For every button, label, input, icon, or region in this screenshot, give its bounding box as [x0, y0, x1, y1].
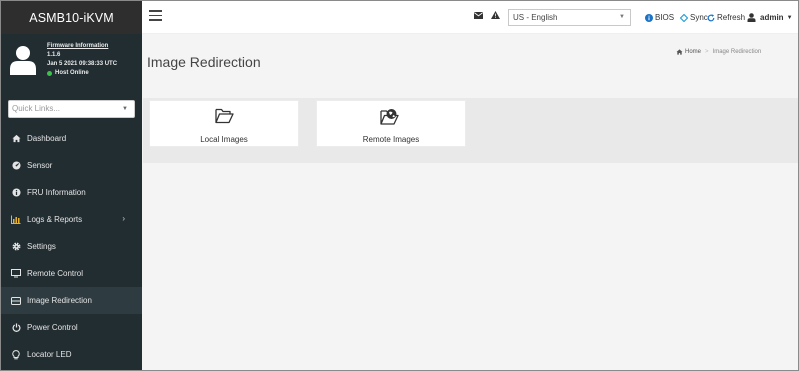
- sidebar-item-label: Sensor: [27, 161, 53, 170]
- sidebar-item-label: Locator LED: [27, 350, 72, 359]
- sidebar-item-label: Settings: [27, 242, 56, 251]
- user-menu[interactable]: admin ▼: [747, 13, 793, 22]
- breadcrumb-current: Image Redirection: [712, 49, 762, 55]
- quick-links-placeholder: Quick Links...: [12, 104, 61, 113]
- bios-button[interactable]: BIOS: [645, 13, 674, 22]
- sidebar-item-fru-information[interactable]: FRU Information: [1, 179, 142, 206]
- remote-images-card[interactable]: Remote Images: [316, 100, 466, 147]
- sidebar-item-locator-led[interactable]: Locator LED: [1, 341, 142, 368]
- warning-icon[interactable]: [491, 11, 500, 19]
- chevron-right-icon: ›: [122, 214, 125, 223]
- user-label: admin: [760, 13, 784, 22]
- user-avatar-icon: [10, 46, 36, 75]
- status-dot-icon: [47, 71, 52, 76]
- main-content: Image Redirection Home > Image Redirecti…: [142, 34, 798, 370]
- host-status-label: Host Online: [55, 70, 89, 76]
- sync-label: Sync: [690, 13, 708, 22]
- sync-button[interactable]: Sync: [680, 13, 708, 22]
- dashboard-icon: [11, 134, 21, 144]
- language-value: US - English: [513, 13, 558, 22]
- caret-down-icon: ▼: [786, 14, 793, 21]
- sidebar-item-label: Remote Control: [27, 269, 84, 278]
- sidebar-item-label: Power Control: [27, 323, 78, 332]
- envelope-icon[interactable]: [474, 12, 483, 19]
- sidebar-item-logs-reports[interactable]: Logs & Reports ›: [1, 206, 142, 233]
- sidebar-item-dashboard[interactable]: Dashboard: [1, 125, 142, 152]
- local-images-label: Local Images: [200, 135, 248, 144]
- bios-label: BIOS: [655, 13, 675, 22]
- top-navbar: US - English ▼ BIOS Sync Refresh admin ▼: [142, 1, 798, 34]
- breadcrumb-home-link[interactable]: Home: [685, 49, 701, 55]
- sync-icon: [680, 13, 688, 22]
- chevron-down-icon: ▼: [619, 14, 625, 20]
- refresh-label: Refresh: [717, 13, 746, 22]
- quick-links-select[interactable]: Quick Links... ▼: [8, 100, 135, 118]
- sidebar-item-label: FRU Information: [27, 188, 86, 197]
- image-options-panel: Local Images Remote Images: [143, 98, 798, 163]
- power-icon: [11, 323, 21, 333]
- drive-icon: [11, 296, 21, 306]
- language-select[interactable]: US - English ▼: [508, 9, 631, 26]
- home-icon: [676, 49, 683, 55]
- sensor-icon: [11, 161, 21, 171]
- remote-folder-icon: [317, 108, 465, 126]
- sidebar-item-settings[interactable]: Settings: [1, 233, 142, 260]
- firmware-date: Jan 5 2021 09:38:33 UTC: [47, 61, 118, 67]
- remote-images-label: Remote Images: [362, 135, 420, 144]
- sidebar-item-power-control[interactable]: Power Control: [1, 314, 142, 341]
- sidebar-item-label: Image Redirection: [27, 296, 92, 305]
- lightbulb-icon: [11, 349, 21, 360]
- sidebar-menu: Dashboard Sensor FRU Information Logs & …: [1, 125, 142, 368]
- sidebar-item-remote-control[interactable]: Remote Control: [1, 260, 142, 287]
- sidebar-item-label: Dashboard: [27, 134, 67, 143]
- user-icon: [747, 13, 756, 22]
- local-images-card[interactable]: Local Images: [149, 100, 299, 147]
- sidebar-item-image-redirection[interactable]: Image Redirection: [1, 287, 142, 314]
- hamburger-menu-icon[interactable]: [149, 10, 162, 21]
- monitor-icon: [11, 269, 21, 279]
- firmware-version: 1.1.6: [47, 52, 61, 58]
- breadcrumb-separator: >: [705, 49, 709, 55]
- chart-icon: [11, 215, 21, 225]
- folder-open-icon: [150, 108, 298, 124]
- host-status: Host Online: [47, 69, 142, 78]
- info-icon: [11, 188, 21, 198]
- refresh-icon: [707, 13, 715, 22]
- sidebar-item-label: Logs & Reports: [27, 215, 83, 224]
- refresh-button[interactable]: Refresh: [707, 13, 745, 22]
- sidebar-item-sensor[interactable]: Sensor: [1, 152, 142, 179]
- chevron-down-icon: ▼: [122, 106, 128, 112]
- sidebar: ASMB10-iKVM Firmware Information 1.1.6 J…: [1, 1, 142, 370]
- app-window: ASMB10-iKVM Firmware Information 1.1.6 J…: [0, 0, 799, 371]
- page-title: Image Redirection: [147, 54, 261, 70]
- breadcrumb: Home > Image Redirection: [676, 49, 761, 55]
- bios-info-icon: [645, 13, 653, 22]
- user-panel: Firmware Information 1.1.6 Jan 5 2021 09…: [1, 34, 142, 96]
- firmware-info-link[interactable]: Firmware Information: [47, 34, 142, 51]
- gear-icon: [11, 242, 21, 252]
- brand-logo[interactable]: ASMB10-iKVM: [1, 1, 142, 34]
